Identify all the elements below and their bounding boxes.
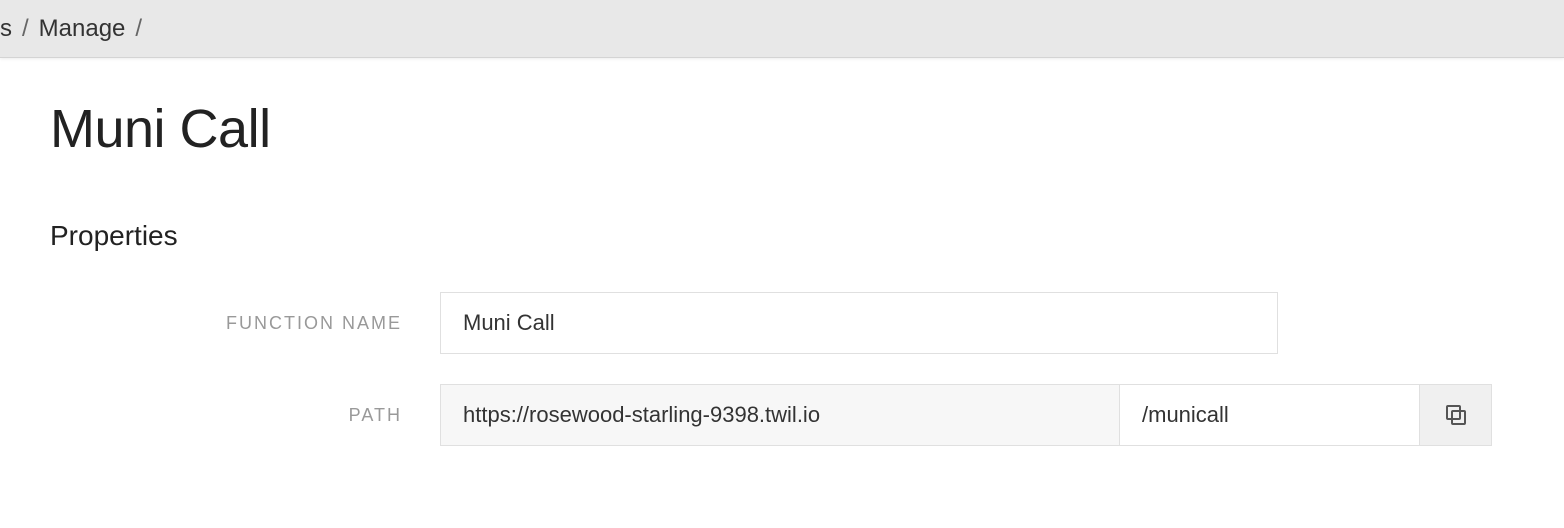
page-title: Muni Call — [50, 98, 1514, 160]
breadcrumb-prefix: s — [0, 15, 12, 43]
content-area: Muni Call Properties FUNCTION NAME PATH … — [0, 98, 1564, 446]
breadcrumb-bar: s / Manage / — [0, 0, 1564, 58]
path-label: PATH — [50, 405, 440, 426]
function-name-label: FUNCTION NAME — [50, 313, 440, 334]
copy-icon — [1444, 403, 1468, 427]
url-prefix-display: https://rosewood-starling-9398.twil.io — [440, 384, 1120, 446]
breadcrumb-item-manage[interactable]: Manage — [39, 15, 126, 43]
path-input-group: https://rosewood-starling-9398.twil.io — [440, 384, 1492, 446]
breadcrumb: s / Manage / — [0, 15, 152, 43]
breadcrumb-separator: / — [22, 15, 29, 43]
copy-button[interactable] — [1420, 384, 1492, 446]
breadcrumb-separator: / — [135, 15, 142, 43]
function-name-input[interactable] — [440, 292, 1278, 354]
properties-section-title: Properties — [50, 220, 1514, 252]
function-name-row: FUNCTION NAME — [50, 292, 1514, 354]
path-input[interactable] — [1120, 384, 1420, 446]
path-row: PATH https://rosewood-starling-9398.twil… — [50, 384, 1514, 446]
